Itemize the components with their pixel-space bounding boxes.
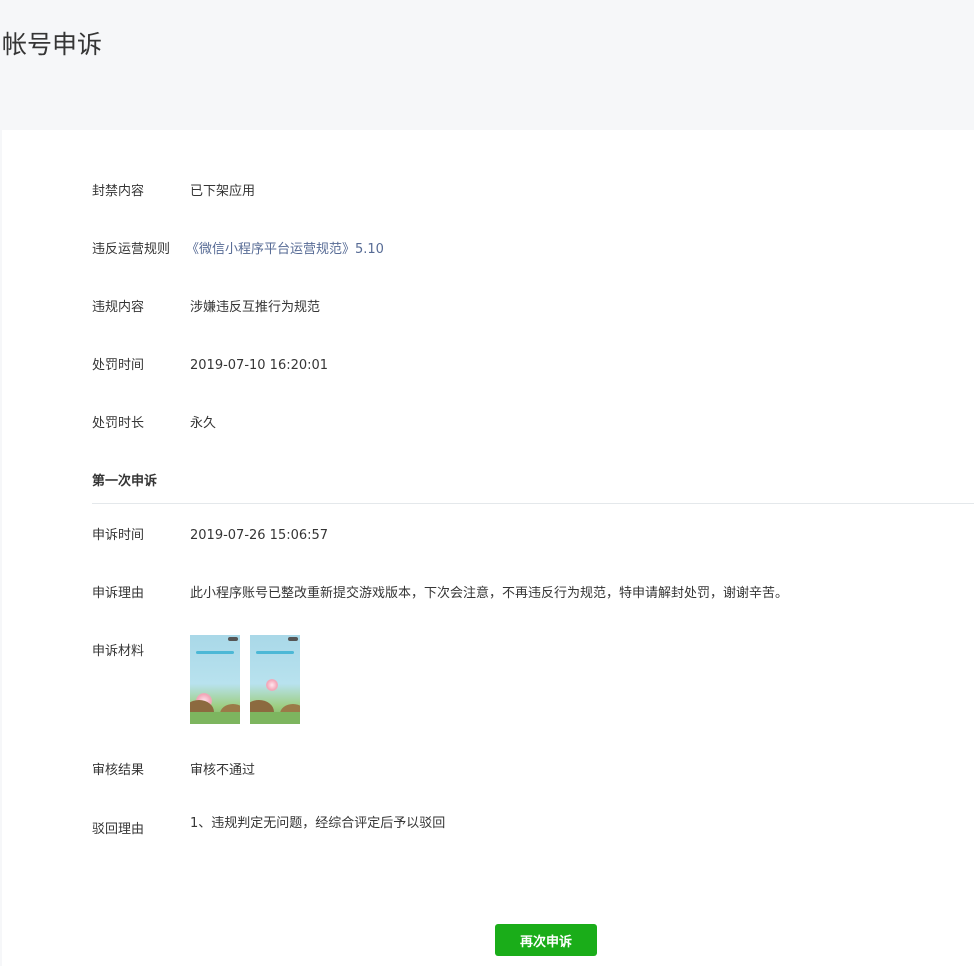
review-result-value: 审核不通过 [190,763,256,778]
penalty-duration-value: 永久 [190,416,217,431]
ban-content-value: 已下架应用 [190,184,256,199]
section-divider [92,503,974,504]
page-title: 帐号申诉 [2,30,103,59]
ban-content-label: 封禁内容 [92,184,145,199]
resubmit-appeal-button[interactable]: 再次申诉 [495,924,597,956]
review-result-label: 审核结果 [92,763,145,778]
appeal-time-label: 申诉时间 [92,528,145,543]
appeal-detail-card: 封禁内容 已下架应用 违反运营规则 《微信小程序平台运营规范》5.10 违规内容… [2,130,974,966]
penalty-time-value: 2019-07-10 16:20:01 [190,358,329,373]
violation-value: 涉嫌违反互推行为规范 [190,300,321,315]
appeal-time-value: 2019-07-26 15:06:57 [190,528,329,543]
appeal-material-image[interactable] [250,635,300,724]
violated-rule-link[interactable]: 《微信小程序平台运营规范》5.10 [186,240,384,260]
rejection-reason-label: 驳回理由 [92,822,145,837]
violated-rule-label: 违反运营规则 [92,242,171,257]
appeal-materials-label: 申诉材料 [92,644,145,659]
appeal-reason-value: 此小程序账号已整改重新提交游戏版本，下次会注意，不再违反行为规范，特申请解封处罚… [190,586,789,601]
appeal-material-image[interactable] [190,635,240,724]
penalty-time-label: 处罚时间 [92,358,145,373]
penalty-duration-label: 处罚时长 [92,416,145,431]
violation-label: 违规内容 [92,300,145,315]
page-header: 帐号申诉 [0,0,974,130]
rejection-reason-value: 1、违规判定无问题，经综合评定后予以驳回 [190,816,446,831]
appeal-reason-label: 申诉理由 [92,586,145,601]
appeal-section-title: 第一次申诉 [92,474,158,489]
